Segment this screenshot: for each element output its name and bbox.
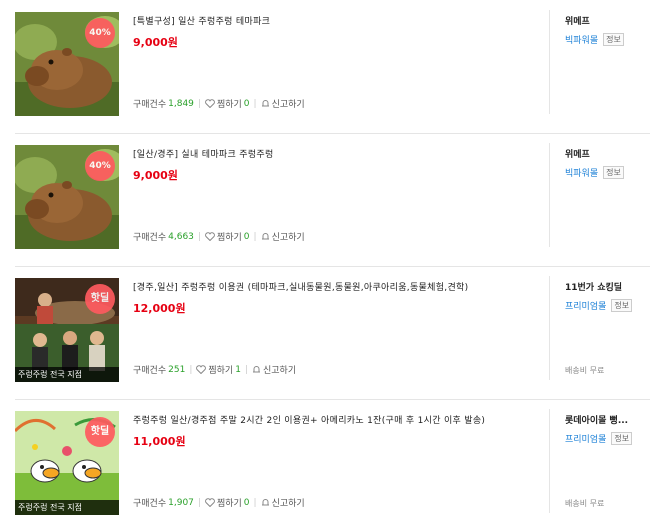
seller-info-button[interactable]: 정보 xyxy=(611,432,633,445)
seller-info-button[interactable]: 정보 xyxy=(603,166,624,179)
product-price: 12,000원 xyxy=(133,302,186,315)
discount-badge: 40% xyxy=(85,151,115,181)
divider xyxy=(549,143,550,247)
wish-count: 1 xyxy=(235,364,241,375)
purchase-count: 4,663 xyxy=(168,231,194,242)
product-title[interactable]: [일산/경주] 실내 테마파크 주렁주렁 xyxy=(133,147,548,160)
product-info: [일산/경주] 실내 테마파크 주렁주렁 9,000원 xyxy=(133,147,548,183)
hot-deal-badge: 핫딜 xyxy=(85,284,115,314)
product-info: [경주,일산] 주렁주렁 이용권 (테마파크,실내동물원,동물원,아쿠아리움,동… xyxy=(133,280,548,316)
divider: | xyxy=(197,231,201,242)
divider xyxy=(549,10,550,114)
wish-label: 찜하기 xyxy=(208,366,234,376)
shipping-info: 배송비 무료 xyxy=(565,499,605,508)
purchase-label: 구매건수 xyxy=(133,499,167,509)
report-button[interactable]: 신고하기 xyxy=(261,496,305,509)
thumbnail-caption: 주렁주렁 전국 지점 xyxy=(15,367,119,382)
seller-name[interactable]: 11번가 쇼킹딜 xyxy=(565,280,650,293)
discount-badge: 40% xyxy=(85,18,115,48)
product-thumbnail[interactable]: 40% xyxy=(15,12,119,116)
wish-button[interactable]: 찜하기 0 xyxy=(205,496,250,509)
divider xyxy=(549,276,550,380)
product-price: 9,000원 xyxy=(133,169,178,182)
purchase-count: 251 xyxy=(168,364,186,375)
report-label: 신고하기 xyxy=(271,499,305,509)
divider: | xyxy=(253,98,257,109)
report-label: 신고하기 xyxy=(262,366,297,376)
product-info: 주렁주렁 일산/경주점 주말 2시간 2인 이용권+ 아메리카노 1잔(구매 후… xyxy=(133,413,548,449)
product-meta: 구매건수 4,663 | 찜하기 0 | 신고하기 xyxy=(133,230,305,244)
heart-icon xyxy=(205,498,215,507)
wish-count: 0 xyxy=(243,497,250,508)
seller-name[interactable]: 위메프 xyxy=(565,14,650,27)
wish-label: 찜하기 xyxy=(216,233,242,243)
heart-icon xyxy=(196,365,207,374)
seller-name[interactable]: 위메프 xyxy=(565,147,650,160)
bell-icon xyxy=(261,100,269,107)
divider: | xyxy=(197,497,201,508)
bell-icon xyxy=(252,366,260,373)
purchase-count: 1,849 xyxy=(168,98,194,109)
product-thumbnail[interactable]: 핫딜 주렁주렁 전국 지점 xyxy=(15,411,119,515)
product-title[interactable]: 주렁주렁 일산/경주점 주말 2시간 2인 이용권+ 아메리카노 1잔(구매 후… xyxy=(133,413,548,426)
product-meta: 구매건수 1,849 | 찜하기 0 | 신고하기 xyxy=(133,97,305,111)
product-item: 40% [특별구성] 일산 주렁주렁 테마파크 9,000원 구매건수 1,84… xyxy=(15,0,650,134)
report-button[interactable]: 신고하기 xyxy=(252,363,296,376)
purchase-label: 구매건수 xyxy=(133,233,167,243)
product-item: 핫딜 주렁주렁 전국 지점 [경주,일산] 주렁주렁 이용권 (테마파크,실내동… xyxy=(15,266,650,400)
report-button[interactable]: 신고하기 xyxy=(261,230,305,243)
divider: | xyxy=(197,98,201,109)
wish-count: 0 xyxy=(243,231,250,242)
seller-grade: 프리미엄몰 xyxy=(565,302,607,312)
heart-icon xyxy=(205,232,215,241)
seller-info-button[interactable]: 정보 xyxy=(611,299,633,312)
product-meta: 구매건수 1,907 | 찜하기 0 | 신고하기 xyxy=(133,496,305,510)
seller-info: 11번가 쇼킹딜 프리미엄몰 정보 xyxy=(565,280,650,312)
product-info: [특별구성] 일산 주렁주렁 테마파크 9,000원 xyxy=(133,14,548,50)
product-title[interactable]: [경주,일산] 주렁주렁 이용권 (테마파크,실내동물원,동물원,아쿠아리움,동… xyxy=(133,280,548,293)
wish-button[interactable]: 찜하기 0 xyxy=(205,97,250,110)
seller-grade: 프리미엄몰 xyxy=(565,435,607,445)
purchase-label: 구매건수 xyxy=(133,100,167,110)
divider: | xyxy=(244,364,248,375)
bell-icon xyxy=(261,233,269,240)
product-price: 9,000원 xyxy=(133,36,178,49)
hot-deal-badge: 핫딜 xyxy=(85,417,115,447)
wish-label: 찜하기 xyxy=(216,499,242,509)
product-item: 핫딜 주렁주렁 전국 지점 주렁주렁 일산/경주점 주말 2시간 2인 이용권+… xyxy=(15,399,650,528)
report-label: 신고하기 xyxy=(271,100,305,110)
divider xyxy=(549,409,550,513)
purchase-label: 구매건수 xyxy=(133,366,167,376)
product-title[interactable]: [특별구성] 일산 주렁주렁 테마파크 xyxy=(133,14,548,27)
seller-name[interactable]: 롯데아이몰 뻥... xyxy=(565,413,650,426)
product-item: 40% [일산/경주] 실내 테마파크 주렁주렁 9,000원 구매건수 4,6… xyxy=(15,133,650,267)
seller-grade: 빅파워몰 xyxy=(565,169,599,179)
wish-label: 찜하기 xyxy=(216,100,242,110)
report-label: 신고하기 xyxy=(271,233,305,243)
purchase-count: 1,907 xyxy=(168,497,194,508)
product-thumbnail[interactable]: 40% xyxy=(15,145,119,249)
report-button[interactable]: 신고하기 xyxy=(261,97,305,110)
product-thumbnail[interactable]: 핫딜 주렁주렁 전국 지점 xyxy=(15,278,119,382)
seller-grade: 빅파워몰 xyxy=(565,36,599,46)
bell-icon xyxy=(261,499,269,506)
wish-button[interactable]: 찜하기 1 xyxy=(196,363,241,376)
heart-icon xyxy=(205,99,215,108)
seller-info: 롯데아이몰 뻥... 프리미엄몰 정보 xyxy=(565,413,650,445)
wish-button[interactable]: 찜하기 0 xyxy=(205,230,250,243)
product-price: 11,000원 xyxy=(133,435,186,448)
seller-info: 위메프 빅파워몰 정보 xyxy=(565,147,650,179)
product-meta: 구매건수 251 | 찜하기 1 | 신고하기 xyxy=(133,363,296,377)
divider: | xyxy=(189,364,193,375)
shipping-info: 배송비 무료 xyxy=(565,366,605,375)
wish-count: 0 xyxy=(243,98,250,109)
thumbnail-caption: 주렁주렁 전국 지점 xyxy=(15,500,119,515)
divider: | xyxy=(253,231,257,242)
seller-info-button[interactable]: 정보 xyxy=(603,33,624,46)
seller-info: 위메프 빅파워몰 정보 xyxy=(565,14,650,46)
divider: | xyxy=(253,497,257,508)
